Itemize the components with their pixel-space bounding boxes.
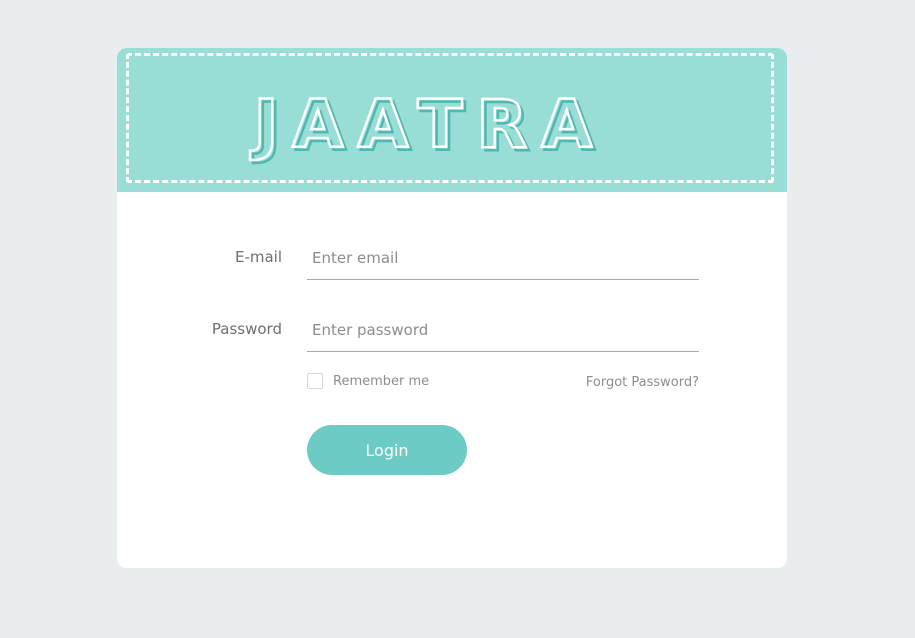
login-card: JAATRA JAATRA E-mail Password Remember m… <box>117 48 787 568</box>
logo-text: JAATRA <box>250 86 607 163</box>
logo: JAATRA JAATRA <box>248 85 607 168</box>
password-label: Password <box>211 320 282 338</box>
email-label: E-mail <box>234 248 282 266</box>
password-field[interactable] <box>307 308 699 352</box>
remember-label[interactable]: Remember me <box>333 374 429 389</box>
remember-checkbox[interactable] <box>307 373 323 389</box>
remember-row: Remember me Forgot Password? <box>307 373 699 393</box>
email-field[interactable] <box>307 236 699 280</box>
forgot-password-link[interactable]: Forgot Password? <box>586 375 699 390</box>
login-button[interactable]: Login <box>307 425 467 475</box>
brand-header: JAATRA JAATRA <box>117 48 787 192</box>
